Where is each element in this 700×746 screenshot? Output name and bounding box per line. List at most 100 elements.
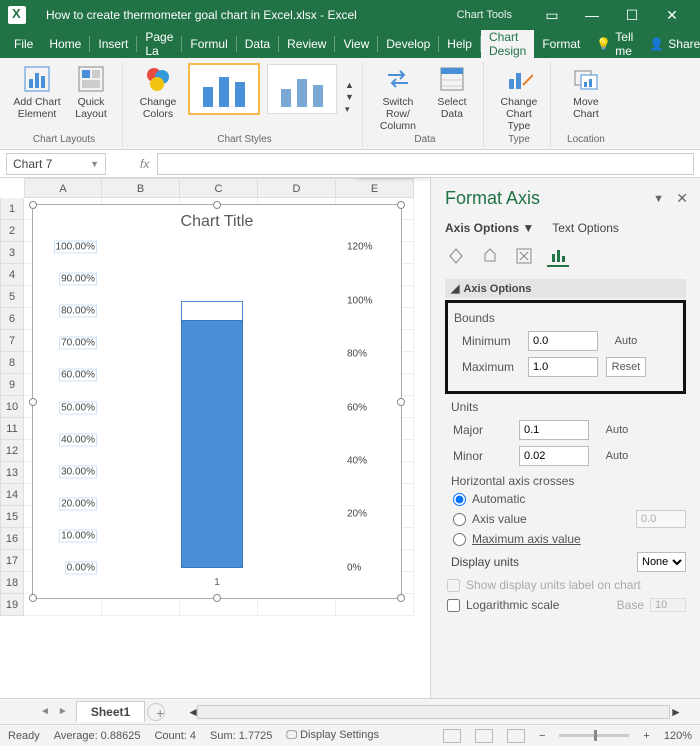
- maximum-reset-button[interactable]: Reset: [606, 357, 646, 377]
- page-layout-tab[interactable]: Page La: [137, 30, 181, 58]
- sheet-tab-sheet1[interactable]: Sheet1: [76, 701, 145, 722]
- zoom-slider[interactable]: [559, 734, 629, 737]
- embedded-chart[interactable]: Chart Title 100.00% 90.00% 80.00% 70.00%…: [32, 204, 402, 599]
- bounds-highlight: Bounds Minimum Auto Maximum Reset: [445, 300, 686, 394]
- zoom-in-button[interactable]: +: [643, 730, 649, 742]
- layout-icon: [77, 65, 105, 93]
- pane-options-button[interactable]: ▼: [653, 193, 664, 205]
- chart-style-2[interactable]: [267, 64, 337, 114]
- display-units-label: Display units: [451, 555, 519, 569]
- change-colors-button[interactable]: Change Colors: [133, 62, 183, 132]
- select-data-button[interactable]: Select Data: [427, 62, 477, 132]
- status-count: Count: 4: [154, 730, 196, 742]
- formula-bar-row: Chart 7▼ fx: [0, 150, 700, 178]
- display-settings-button[interactable]: 🖵 Display Settings: [286, 729, 379, 742]
- fx-label[interactable]: fx: [132, 157, 157, 171]
- chevron-down-icon[interactable]: ▼: [90, 159, 99, 169]
- minimum-input[interactable]: [528, 331, 598, 351]
- view-tab[interactable]: View: [335, 30, 377, 58]
- collapse-icon: ◢: [451, 282, 459, 295]
- close-button[interactable]: ✕: [652, 7, 692, 24]
- maximum-input[interactable]: [528, 357, 598, 377]
- name-box[interactable]: Chart 7▼: [6, 153, 106, 175]
- maximum-label: Maximum: [454, 360, 520, 374]
- page-layout-view-button[interactable]: [475, 729, 493, 743]
- status-ready: Ready: [8, 730, 40, 742]
- maximize-button[interactable]: ☐: [612, 7, 652, 24]
- text-options-tab[interactable]: Text Options: [552, 221, 619, 235]
- ribbon-options-icon[interactable]: ▭: [532, 7, 572, 24]
- menu-bar: File Home Insert Page La Formul Data Rev…: [0, 30, 700, 58]
- chart-title[interactable]: Chart Title: [33, 205, 401, 239]
- home-tab[interactable]: Home: [41, 30, 89, 58]
- excel-icon: [8, 6, 26, 24]
- column-headers[interactable]: ABCDE: [24, 178, 430, 198]
- primary-vertical-axis[interactable]: 100.00% 90.00% 80.00% 70.00% 60.00% 50.0…: [51, 247, 101, 568]
- insert-tab[interactable]: Insert: [90, 30, 136, 58]
- max-axis-value-radio[interactable]: Maximum axis value: [453, 532, 686, 546]
- pane-title: Format Axis: [445, 188, 686, 209]
- actual-series-bar[interactable]: [181, 320, 243, 568]
- type-group: Type: [494, 132, 544, 147]
- axis-options-icon[interactable]: [547, 245, 569, 267]
- minimum-label: Minimum: [454, 334, 520, 348]
- size-properties-icon[interactable]: [513, 245, 535, 267]
- axis-options-tab[interactable]: Axis Options ▼: [445, 221, 534, 235]
- format-tab[interactable]: Format: [534, 30, 588, 58]
- new-sheet-button[interactable]: +: [147, 703, 165, 721]
- automatic-radio[interactable]: Automatic: [453, 492, 686, 506]
- plot-area[interactable]: 100.00% 90.00% 80.00% 70.00% 60.00% 50.0…: [51, 247, 383, 568]
- status-sum: Sum: 1.7725: [210, 730, 272, 742]
- axis-value-radio[interactable]: Axis value: [453, 510, 686, 528]
- sheet-nav-prev[interactable]: ◄: [40, 706, 50, 717]
- chart-style-1[interactable]: [189, 64, 259, 114]
- close-pane-button[interactable]: ✕: [676, 190, 688, 207]
- minor-input[interactable]: [519, 446, 589, 466]
- units-label: Units: [451, 400, 686, 414]
- worksheet-grid[interactable]: Formula Bar ABCDE 1234567891011121314151…: [0, 178, 430, 698]
- axis-options-section[interactable]: ◢Axis Options: [445, 279, 686, 298]
- sheet-nav-next[interactable]: ►: [58, 706, 68, 717]
- page-break-view-button[interactable]: [507, 729, 525, 743]
- change-chart-type-button[interactable]: Change Chart Type: [494, 62, 544, 132]
- hcross-label: Horizontal axis crosses: [451, 474, 686, 488]
- styles-gallery-button[interactable]: ▲▼▾: [343, 62, 356, 132]
- share-button[interactable]: 👤Share: [641, 30, 700, 58]
- ribbon: Add Chart Element Quick Layout Chart Lay…: [0, 58, 700, 150]
- select-data-icon: [438, 65, 466, 93]
- formula-input[interactable]: [157, 153, 694, 175]
- horizontal-scrollbar[interactable]: ◄►: [187, 705, 680, 719]
- row-headers[interactable]: 12345678910111213141516171819: [0, 198, 24, 616]
- help-tab[interactable]: Help: [439, 30, 480, 58]
- zoom-level[interactable]: 120%: [664, 730, 692, 742]
- tell-me[interactable]: 💡Tell me: [588, 30, 641, 58]
- category-axis-label[interactable]: 1: [51, 577, 383, 588]
- normal-view-button[interactable]: [443, 729, 461, 743]
- review-tab[interactable]: Review: [279, 30, 334, 58]
- logarithmic-check[interactable]: Logarithmic scale Base: [447, 598, 686, 612]
- move-chart-button[interactable]: Move Chart: [561, 62, 611, 132]
- zoom-out-button[interactable]: −: [539, 730, 545, 742]
- fill-line-icon[interactable]: [445, 245, 467, 267]
- bulb-icon: 💡: [596, 37, 611, 51]
- chart-layouts-group: Chart Layouts: [12, 132, 116, 147]
- add-chart-element-button[interactable]: Add Chart Element: [12, 62, 62, 132]
- axis-value-input[interactable]: [636, 510, 686, 528]
- file-tab[interactable]: File: [6, 30, 41, 58]
- developer-tab[interactable]: Develop: [378, 30, 438, 58]
- chart-tools-label: Chart Tools: [457, 9, 512, 21]
- display-units-select[interactable]: None: [637, 552, 686, 572]
- secondary-vertical-axis[interactable]: 120% 100% 80% 60% 40% 20% 0%: [343, 247, 383, 568]
- formulas-tab[interactable]: Formul: [182, 30, 235, 58]
- move-chart-icon: [572, 65, 600, 93]
- colors-icon: [144, 65, 172, 93]
- minimum-auto: Auto: [606, 335, 646, 347]
- effects-icon[interactable]: [479, 245, 501, 267]
- minimize-button[interactable]: —: [572, 7, 612, 23]
- quick-layout-button[interactable]: Quick Layout: [66, 62, 116, 132]
- major-input[interactable]: [519, 420, 589, 440]
- switch-row-column-button[interactable]: Switch Row/ Column: [373, 62, 423, 132]
- chart-design-tab[interactable]: Chart Design: [481, 30, 534, 58]
- chart-element-icon: [23, 65, 51, 93]
- data-tab[interactable]: Data: [237, 30, 278, 58]
